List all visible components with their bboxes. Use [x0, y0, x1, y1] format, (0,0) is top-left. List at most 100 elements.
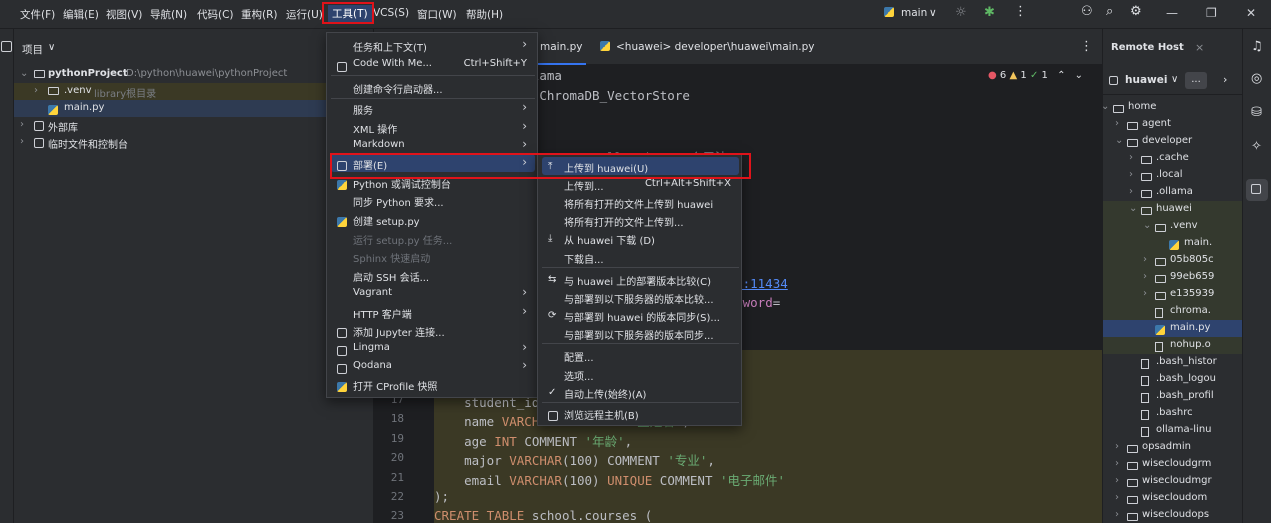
remote-tree-item[interactable]: chroma. [1103, 303, 1242, 320]
project-tool-icon[interactable] [1, 41, 12, 52]
server-name[interactable]: huawei [1125, 74, 1167, 86]
ai-assistant-icon[interactable]: ◎ [1251, 71, 1262, 86]
tools_menu-item[interactable]: 服务 › [331, 99, 535, 117]
close-icon[interactable]: × [1195, 41, 1204, 54]
deploy_menu-item[interactable]: 下载自... [542, 248, 739, 266]
menu-code[interactable]: 代码(C) [197, 7, 234, 22]
remote-host-tool-button[interactable] [1246, 179, 1268, 201]
remote-tree-item[interactable]: ⌄ developer [1103, 133, 1242, 150]
remote-tree-item[interactable]: ⌄ huawei [1103, 201, 1242, 218]
tree-item-main-py[interactable]: main.py [14, 100, 374, 117]
remote-tree-item[interactable]: › opsadmin [1103, 439, 1242, 456]
remote-tree-item[interactable]: ollama-linu [1103, 422, 1242, 439]
tree-item-scratches[interactable]: › 临时文件和控制台 [14, 134, 374, 151]
deploy_menu-item[interactable]: 与部署到以下服务器的版本同步... [542, 324, 739, 342]
project-panel-title[interactable]: 项目 [22, 42, 43, 57]
tools_menu-item[interactable]: Markdown › [331, 136, 535, 154]
remote-tree-item[interactable]: › wisecloudom [1103, 490, 1242, 507]
database-icon[interactable]: ⛁ [1251, 105, 1262, 120]
menu-file[interactable]: 文件(F) [20, 7, 55, 22]
tree-item-external[interactable]: › 外部库 [14, 117, 374, 134]
gear-icon[interactable]: ⚙ [1130, 4, 1142, 19]
tools_menu-item[interactable]: 创建命令行启动器... [331, 78, 535, 96]
deploy_menu-item[interactable]: 将所有打开的文件上传到... [542, 211, 739, 229]
more-icon[interactable]: ⋮ [1014, 4, 1027, 19]
debug-bug-icon[interactable]: ✱ [984, 5, 995, 20]
tools_menu-item[interactable]: Qodana › [331, 357, 535, 375]
remote-tree-item[interactable]: .bashrc [1103, 405, 1242, 422]
plugin-icon[interactable]: ✧ [1251, 139, 1262, 154]
tools_menu-item[interactable]: Code With Me... Ctrl+Shift+Y [331, 55, 535, 73]
remote-tree-item[interactable]: .bash_histor [1103, 354, 1242, 371]
remote-tree-item[interactable]: › wisecloudops [1103, 507, 1242, 523]
remote-tree-item[interactable]: › wisecloudmgr [1103, 473, 1242, 490]
tools_menu-item[interactable]: HTTP 客户端 › [331, 303, 535, 321]
tools_menu-item[interactable]: XML 操作 › [331, 118, 535, 136]
menu-run[interactable]: 运行(U) [286, 7, 323, 22]
tools_menu-item[interactable]: Lingma › [331, 339, 535, 357]
tools_menu-item[interactable]: 添加 Jupyter 连接... [331, 321, 535, 339]
chevron-right-icon: › [522, 119, 527, 133]
remote-tree-item[interactable]: › .ollama [1103, 184, 1242, 201]
deploy_menu-item[interactable]: 与部署到以下服务器的版本比较... [542, 288, 739, 306]
deploy_menu-item[interactable]: 浏览远程主机(B) [542, 404, 739, 422]
menu-help[interactable]: 帮助(H) [466, 7, 503, 22]
tree-item-venv[interactable]: › .venv library根目录 [14, 83, 374, 100]
minimize-icon[interactable]: — [1166, 6, 1178, 20]
chevron-down-icon: ∨ [929, 7, 937, 19]
remote-tree-item[interactable]: › 99eb659 [1103, 269, 1242, 286]
tree-root[interactable]: ⌄ pythonProject D:\python\huawei\pythonP… [14, 66, 374, 83]
remote-tree-item[interactable]: › .local [1103, 167, 1242, 184]
remote-tree-item[interactable]: ⌄ home [1103, 99, 1242, 116]
notifications-icon[interactable]: ♫ [1251, 39, 1263, 54]
remote-tree-item[interactable]: › agent [1103, 116, 1242, 133]
menu-refactor[interactable]: 重构(R) [241, 7, 278, 22]
deploy_menu-item[interactable]: ✓ 自动上传(始终)(A) [542, 383, 739, 401]
restore-icon[interactable]: ❐ [1206, 6, 1217, 20]
chevron-down-icon[interactable]: ∨ [1171, 74, 1178, 85]
remote-tree-item[interactable]: ⌄ .venv [1103, 218, 1242, 235]
remote-tree-item[interactable]: › e135939 [1103, 286, 1242, 303]
menu-vcs[interactable]: VCS(S) [373, 7, 409, 19]
browse-button[interactable]: ... [1185, 72, 1207, 89]
remote-tree-item[interactable]: main.py [1103, 320, 1242, 337]
deploy_menu-item-label: 选项... [564, 372, 594, 383]
close-icon[interactable]: ✕ [1246, 6, 1256, 20]
remote-tree-item[interactable]: nohup.o [1103, 337, 1242, 354]
tab-remote-main-py[interactable]: <huawei> developer\huawei\main.py [596, 29, 816, 65]
tools_menu-item[interactable]: 创建 setup.py [331, 210, 535, 228]
menu-view[interactable]: 视图(V) [106, 7, 142, 22]
remote-tree-item[interactable]: › 05b805c [1103, 252, 1242, 269]
tools_menu-item[interactable]: 同步 Python 要求... [331, 191, 535, 209]
tools_menu-item[interactable]: 启动 SSH 会话... [331, 266, 535, 284]
tabs-more-icon[interactable]: ⋮ [1080, 39, 1093, 54]
remote-host-panel: Remote Host × huawei ∨ ... › ⌄ home › agent… [1102, 29, 1242, 523]
remote-tree-item[interactable]: main. [1103, 235, 1242, 252]
branch-selector[interactable]: main [901, 7, 927, 19]
tools_menu-item[interactable]: Vagrant › [331, 284, 535, 302]
tools_menu-item[interactable]: 打开 CProfile 快照 [331, 375, 535, 393]
chevron-right-icon[interactable]: › [1223, 73, 1227, 86]
settings-sun-icon[interactable]: ☼ [955, 5, 967, 20]
deploy_menu-item[interactable]: ⟳ 与部署到 huawei 的版本同步(S)... [542, 306, 739, 324]
remote-tree-item[interactable]: .bash_profil [1103, 388, 1242, 405]
tools_menu-item[interactable]: 任务和上下文(T) › [331, 36, 535, 54]
remote-tree-item[interactable]: .bash_logou [1103, 371, 1242, 388]
code-text: CREATE TABLE school.courses ( [434, 508, 653, 523]
add-user-icon[interactable]: ⚇ [1081, 4, 1093, 19]
deploy_menu-item[interactable]: ⇆ 与 huawei 上的部署版本比较(C) [542, 270, 739, 288]
remote-item-label: wisecloudgrm [1142, 458, 1212, 469]
remote-tree-item[interactable]: › wisecloudgrm [1103, 456, 1242, 473]
deploy_menu-item[interactable]: 配置... [542, 346, 739, 364]
deploy_menu-item[interactable]: ⤓ 从 huawei 下载 (D) [542, 229, 739, 247]
deploy_menu-item[interactable]: 选项... [542, 365, 739, 383]
menu-edit[interactable]: 编辑(E) [63, 7, 99, 22]
deploy_menu-item-label: 与 huawei 上的部署版本比较(C) [564, 277, 712, 288]
menu-navigate[interactable]: 导航(N) [150, 7, 187, 22]
deploy_menu-item[interactable]: 将所有打开的文件上传到 huawei [542, 193, 739, 211]
chevron-right-icon: › [20, 119, 24, 130]
tools_menu-item-label: Markdown [353, 139, 405, 150]
search-icon[interactable]: ⌕ [1106, 4, 1113, 19]
menu-window[interactable]: 窗口(W) [417, 7, 457, 22]
remote-tree-item[interactable]: › .cache [1103, 150, 1242, 167]
